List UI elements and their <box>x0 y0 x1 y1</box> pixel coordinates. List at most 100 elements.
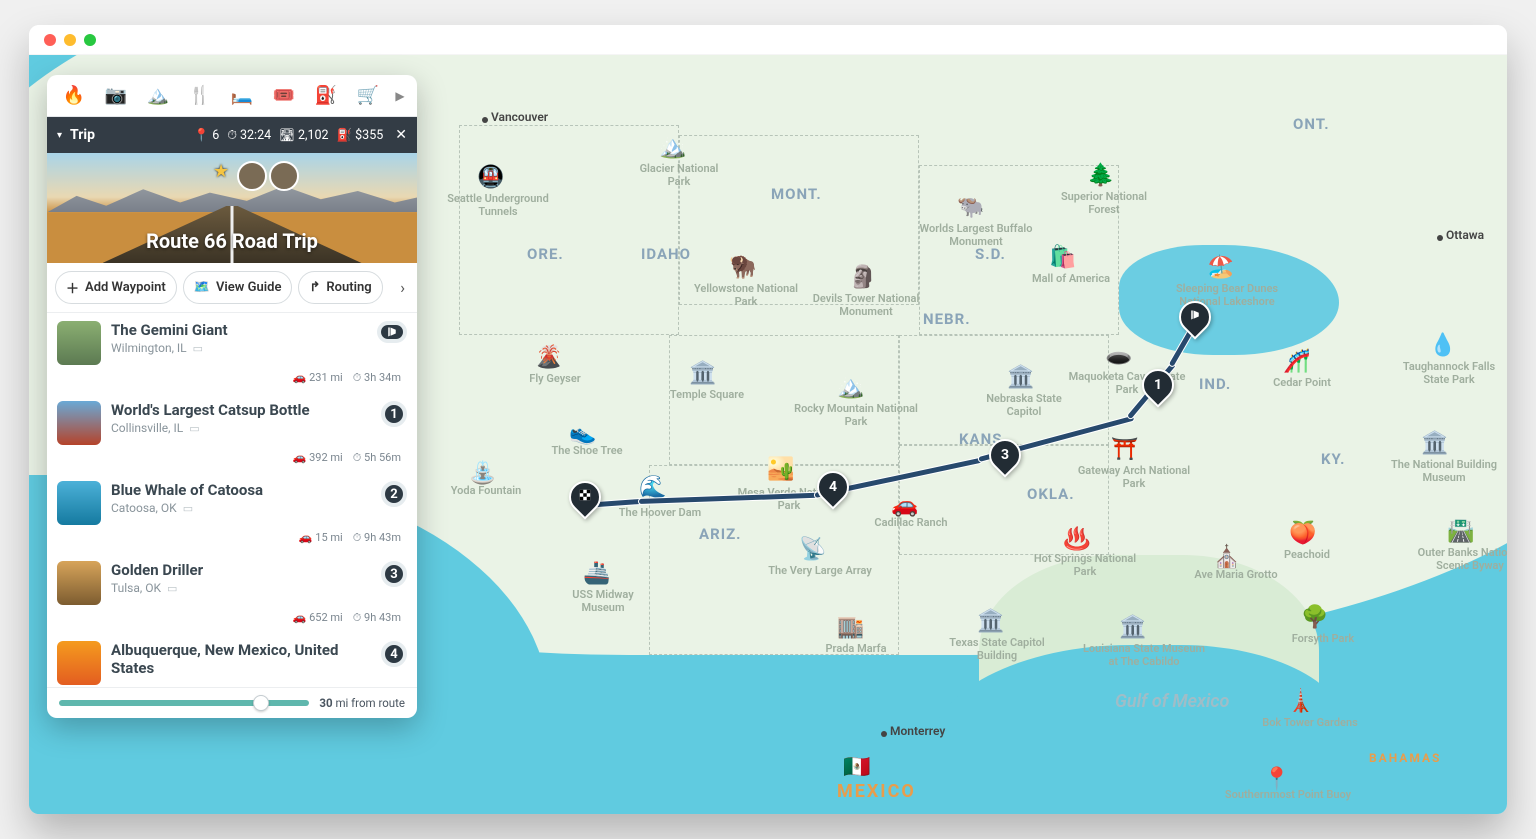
avatar[interactable] <box>269 161 299 191</box>
gulf-label: Gulf of Mexico <box>1115 691 1229 712</box>
poi: USS Midway Museum <box>553 589 653 614</box>
waypoint-item[interactable]: The Gemini Giant Wilmington, IL▭ 🚗 231 m… <box>47 313 417 393</box>
state-ky: KY. <box>1321 450 1346 468</box>
city-ottawa: Ottawa <box>1446 228 1484 242</box>
leg-stats: 🚗 231 mi⏱ 3h 34m <box>57 365 407 391</box>
category-camping-icon[interactable]: 🔥 <box>53 85 95 106</box>
waypoint-badge-start <box>377 321 407 343</box>
city-dot <box>1437 235 1443 241</box>
waypoint-item[interactable]: Golden Driller Tulsa, OK▭ 3 🚗 652 mi⏱ 9h… <box>47 553 417 633</box>
plus-icon: ＋ <box>66 278 79 297</box>
slider-knob[interactable] <box>253 695 269 711</box>
waypoint-badge: 2 <box>381 481 407 507</box>
app-window: ORE. IDAHO MONT. S.D. NEBR. KANS. OKLA. … <box>29 25 1507 814</box>
waypoint-thumb <box>57 481 101 525</box>
poi: Ave Maria Grotto <box>1181 569 1291 582</box>
waypoint-location: Catoosa, OK▭ <box>111 501 371 515</box>
book-icon: ▭ <box>193 342 203 355</box>
trip-header[interactable]: ▾ Trip 📍6 ⏱32:24 🛣2,102 ⛽$355 ✕ <box>47 117 417 153</box>
poi: Prada Marfa <box>811 643 901 656</box>
state-okla: OKLA. <box>1027 485 1075 503</box>
waypoint-thumb <box>57 401 101 445</box>
category-more-icon[interactable]: ▶ <box>389 89 411 103</box>
add-waypoint-button[interactable]: ＋Add Waypoint <box>55 271 177 304</box>
state-ont: ONT. <box>1293 115 1330 133</box>
stat-cost: ⛽$355 <box>337 128 384 143</box>
poi: Superior National Forest <box>1049 191 1159 216</box>
poi: Rocky Mountain National Park <box>791 403 921 428</box>
map-icon: 🗺️ <box>194 280 210 295</box>
poi: Texas State Capitol Building <box>937 637 1057 662</box>
waypoint-title: Albuquerque, New Mexico, United States <box>111 641 371 677</box>
waypoint-item[interactable]: Albuquerque, New Mexico, United States 4 <box>47 633 417 687</box>
view-guide-button[interactable]: 🗺️View Guide <box>183 271 293 304</box>
waypoint-badge: 3 <box>381 561 407 587</box>
poi: The National Building Museum <box>1379 459 1507 484</box>
poi: The Hoover Dam <box>605 507 715 520</box>
waypoint-badge: 4 <box>381 641 407 667</box>
category-nature-icon[interactable]: 🏔️ <box>137 85 179 106</box>
state-ind: IND. <box>1199 375 1231 393</box>
waypoint-location: Collinsville, IL▭ <box>111 421 371 435</box>
trip-actions: ＋Add Waypoint 🗺️View Guide ↱Routing › <box>47 263 417 313</box>
country-mexico: MEXICO <box>837 781 916 802</box>
leg-stats: 🚗 392 mi⏱ 5h 56m <box>57 445 407 471</box>
stat-distance: 🛣2,102 <box>279 128 328 143</box>
waypoint-item[interactable]: World's Largest Catsup Bottle Collinsvil… <box>47 393 417 473</box>
country-bahamas: BAHAMAS <box>1369 751 1441 765</box>
poi: Temple Square <box>657 389 757 402</box>
waypoint-title: The Gemini Giant <box>111 321 367 339</box>
poi: Outer Banks National Scenic Byway <box>1405 547 1507 572</box>
book-icon: ▭ <box>183 502 193 515</box>
book-icon: ▭ <box>167 582 177 595</box>
poi: Nebraska State Capitol <box>969 393 1079 418</box>
waypoint-title: Golden Driller <box>111 561 371 579</box>
poi: Hot Springs National Park <box>1025 553 1145 578</box>
waypoint-item[interactable]: Blue Whale of Catoosa Catoosa, OK▭ 2 🚗 1… <box>47 473 417 553</box>
distance-slider[interactable] <box>59 700 309 706</box>
stat-stops: 📍6 <box>194 128 220 143</box>
state-mont: MONT. <box>771 185 822 203</box>
category-sights-icon[interactable]: 📷 <box>95 85 137 106</box>
poi: Devils Tower National Monument <box>801 293 931 318</box>
waypoint-thumb <box>57 561 101 605</box>
category-fuel-icon[interactable]: ⛽ <box>305 85 347 106</box>
star-icon[interactable]: ★ <box>213 161 229 182</box>
poi: The Shoe Tree <box>537 445 637 458</box>
poi: Yellowstone National Park <box>691 283 801 308</box>
leg-stats: 🚗 15 mi⏱ 9h 43m <box>57 525 407 551</box>
poi: Mall of America <box>1021 273 1121 286</box>
window-close-button[interactable] <box>44 34 56 46</box>
city-dot <box>881 731 887 737</box>
category-lodging-icon[interactable]: 🛏️ <box>221 85 263 106</box>
distance-slider-row: 30 mi from route <box>47 687 417 718</box>
leg-stats: 🚗 652 mi⏱ 9h 43m <box>57 605 407 631</box>
state-idaho: IDAHO <box>641 245 691 263</box>
waypoint-thumb <box>57 321 101 365</box>
trip-panel: 🔥 📷 🏔️ 🍴 🛏️ 🎟️ ⛽ 🛒 ▶ ▾ Trip 📍6 ⏱32:24 🛣2… <box>47 75 417 718</box>
stat-time: ⏱32:24 <box>227 128 271 143</box>
category-food-icon[interactable]: 🍴 <box>179 85 221 106</box>
poi: Glacier National Park <box>629 163 729 188</box>
category-entertainment-icon[interactable]: 🎟️ <box>263 85 305 106</box>
window-minimize-button[interactable] <box>64 34 76 46</box>
titlebar <box>29 25 1507 55</box>
category-shopping-icon[interactable]: 🛒 <box>347 85 389 106</box>
chevron-right-icon[interactable]: › <box>396 278 409 297</box>
waypoint-location: Tulsa, OK▭ <box>111 581 371 595</box>
state-ariz: ARIZ. <box>699 525 742 543</box>
poi: Cadillac Ranch <box>861 517 961 530</box>
window-zoom-button[interactable] <box>84 34 96 46</box>
poi: Bok Tower Gardens <box>1255 717 1365 730</box>
close-icon[interactable]: ✕ <box>395 127 407 143</box>
slider-label: 30 mi from route <box>319 696 405 710</box>
trip-hero: ★ Route 66 Road Trip <box>47 153 417 263</box>
city-vancouver: Vancouver <box>491 110 548 124</box>
waypoint-title: Blue Whale of Catoosa <box>111 481 371 499</box>
avatar[interactable] <box>237 161 267 191</box>
routing-button[interactable]: ↱Routing <box>298 271 382 304</box>
trip-header-label: Trip <box>70 127 95 143</box>
city-dot <box>482 117 488 123</box>
poi: Cedar Point <box>1257 377 1347 390</box>
route-icon: ↱ <box>309 280 320 295</box>
